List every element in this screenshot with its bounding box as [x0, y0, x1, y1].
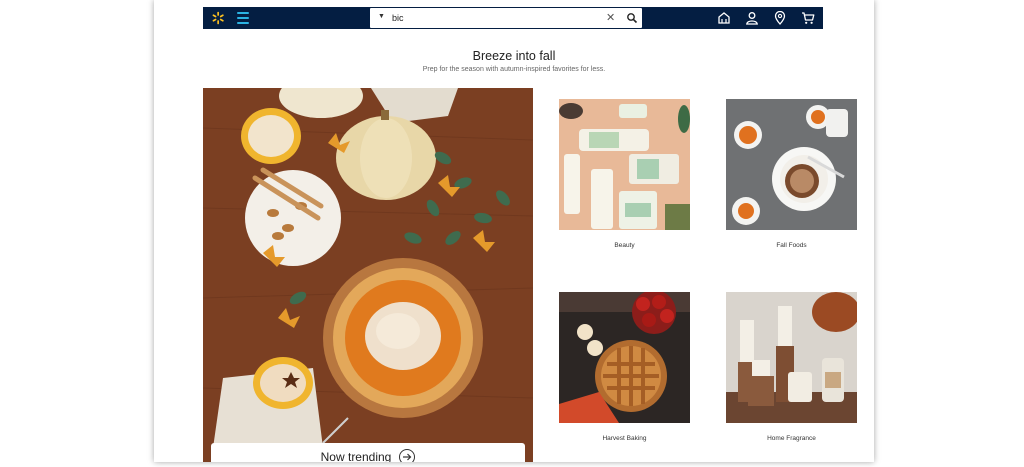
page-frame: ▼ ✕ — [154, 0, 874, 462]
hero-image[interactable] — [203, 88, 533, 462]
category-tile-fall-foods[interactable]: Fall Foods — [726, 99, 857, 249]
tile-label: Home Fragrance — [767, 435, 816, 442]
autumn-table-illustration — [203, 88, 533, 462]
walmart-spark-logo[interactable] — [211, 11, 225, 25]
home-fragrance-image — [726, 292, 857, 423]
hamburger-menu-icon[interactable] — [237, 12, 249, 24]
header-icons — [717, 11, 815, 25]
top-nav-bar: ▼ ✕ — [203, 7, 823, 29]
section-subtitle: Prep for the season with autumn-inspired… — [422, 66, 606, 73]
fall-foods-image — [726, 99, 857, 230]
search-bar: ▼ ✕ — [370, 8, 642, 28]
harvest-baking-image — [559, 292, 690, 423]
tile-label: Beauty — [614, 242, 635, 249]
cart-icon[interactable] — [801, 11, 815, 25]
category-tile-home-fragrance[interactable]: Home Fragrance — [726, 292, 857, 442]
tile-label: Fall Foods — [776, 242, 807, 249]
arrow-right-icon — [399, 449, 416, 462]
caret-down-icon[interactable]: ▼ — [378, 13, 385, 20]
location-icon[interactable] — [773, 11, 787, 25]
clear-icon[interactable]: ✕ — [606, 11, 615, 24]
search-icon[interactable] — [626, 12, 638, 24]
now-trending-label: Now trending — [320, 450, 392, 462]
category-tile-beauty[interactable]: Beauty — [559, 99, 690, 249]
account-icon[interactable] — [745, 11, 759, 25]
tile-label: Harvest Baking — [602, 435, 647, 442]
search-input[interactable] — [392, 11, 592, 25]
category-tile-harvest-baking[interactable]: Harvest Baking — [559, 292, 690, 442]
section-title: Breeze into fall — [472, 49, 556, 63]
beauty-image — [559, 99, 690, 230]
reorder-icon[interactable] — [717, 11, 731, 25]
now-trending-button[interactable]: Now trending — [211, 443, 525, 462]
